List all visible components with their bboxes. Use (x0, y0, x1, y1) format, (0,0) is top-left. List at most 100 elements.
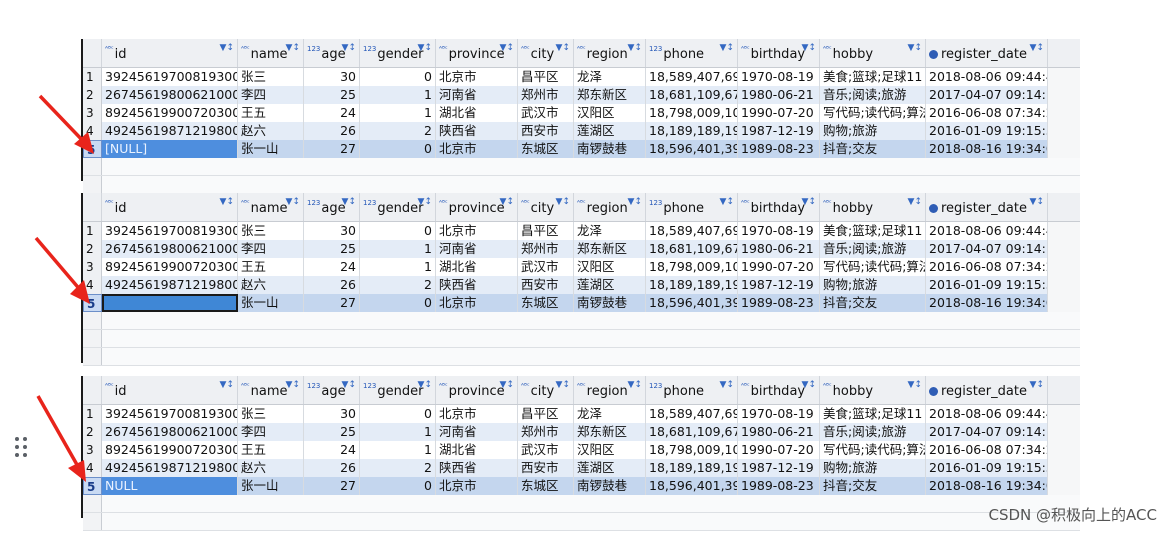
table-cell-name[interactable]: 张三 (238, 222, 304, 240)
table-cell-id[interactable]: 892456199007203000 (102, 104, 238, 122)
table-cell-phone[interactable]: 18,189,189,195 (646, 459, 738, 477)
table-cell-gender[interactable]: 1 (360, 86, 436, 104)
table-cell-region[interactable]: 汉阳区 (574, 104, 646, 122)
column-header-id[interactable]: ᴬᴮᶜid ▼↕ (102, 39, 238, 67)
table-cell-province[interactable]: 陕西省 (436, 459, 518, 477)
table-cell-phone[interactable]: 18,589,407,692 (646, 68, 738, 86)
column-header-hobby[interactable]: ᴬᴮᶜhobby ▼↕ (820, 193, 926, 221)
column-header-city[interactable]: ᴬᴮᶜcity ▼↕ (518, 193, 574, 221)
column-filter-icon[interactable]: ▼↕ (556, 197, 570, 207)
column-filter-icon[interactable]: ▼↕ (628, 43, 642, 53)
table-cell-name[interactable]: 赵六 (238, 459, 304, 477)
table-cell-id[interactable]: 267456198006210000 (102, 240, 238, 258)
column-header-gender[interactable]: 123gender ▼↕ (360, 193, 436, 221)
table-cell-province[interactable]: 陕西省 (436, 276, 518, 294)
table-row[interactable]: 5张一山270北京市东城区南锣鼓巷18,596,401,3921989-08-2… (83, 294, 1080, 312)
column-filter-icon[interactable]: ▼↕ (500, 43, 514, 53)
table-cell-id[interactable]: 892456199007203000 (102, 258, 238, 276)
column-header-birthday[interactable]: ᴬᴮᶜbirthday ▼↕ (738, 39, 820, 67)
table-cell-register-date[interactable]: 2018-08-16 19:34:00 (926, 294, 1048, 312)
table-cell-age[interactable]: 30 (304, 405, 360, 423)
table-cell-hobby[interactable]: 美食;篮球;足球11 (820, 68, 926, 86)
column-header-name[interactable]: ᴬᴮᶜname ▼↕ (238, 39, 304, 67)
table-cell-province[interactable]: 河南省 (436, 423, 518, 441)
table-cell-age[interactable]: 25 (304, 86, 360, 104)
table-cell-name[interactable]: 张一山 (238, 140, 304, 158)
table-cell-region[interactable]: 龙泽 (574, 222, 646, 240)
table-cell-gender[interactable]: 2 (360, 459, 436, 477)
table-cell-hobby[interactable]: 写代码;读代码;算法 (820, 258, 926, 276)
column-header-gender[interactable]: 123gender ▼↕ (360, 39, 436, 67)
table-cell-phone[interactable]: 18,681,109,672 (646, 86, 738, 104)
table-cell-phone[interactable]: 18,189,189,195 (646, 276, 738, 294)
column-filter-icon[interactable]: ▼↕ (418, 43, 432, 53)
table-cell-age[interactable]: 24 (304, 104, 360, 122)
table-cell-name[interactable]: 赵六 (238, 276, 304, 294)
table-cell-city[interactable]: 东城区 (518, 140, 574, 158)
table-cell-region[interactable]: 莲湖区 (574, 276, 646, 294)
table-cell-birthday[interactable]: 1980-06-21 (738, 86, 820, 104)
table-cell-region[interactable]: 郑东新区 (574, 423, 646, 441)
table-cell-age[interactable]: 26 (304, 459, 360, 477)
column-header-register-date[interactable]: register_date ▼↕ (926, 376, 1048, 404)
column-filter-icon[interactable]: ▼↕ (908, 197, 922, 207)
table-cell-city[interactable]: 郑州市 (518, 423, 574, 441)
column-filter-icon[interactable]: ▼↕ (720, 197, 734, 207)
column-filter-icon[interactable]: ▼↕ (802, 197, 816, 207)
table-cell-province[interactable]: 河南省 (436, 240, 518, 258)
column-header-name[interactable]: ᴬᴮᶜname ▼↕ (238, 376, 304, 404)
table-cell-name[interactable]: 张三 (238, 405, 304, 423)
column-filter-icon[interactable]: ▼↕ (1030, 380, 1044, 390)
column-header-city[interactable]: ᴬᴮᶜcity ▼↕ (518, 376, 574, 404)
table-cell-city[interactable]: 昌平区 (518, 405, 574, 423)
table-row[interactable]: 3 892456199007203000 王五 24 1 湖北省 武汉市 汉阳区 18,798,… (83, 258, 1080, 276)
table-row[interactable]: 5[NULL]张一山270北京市东城区南锣鼓巷18,596,401,392198… (83, 140, 1080, 158)
table-cell-city[interactable]: 昌平区 (518, 222, 574, 240)
row-number[interactable]: 1 (83, 68, 102, 86)
column-header-name[interactable]: ᴬᴮᶜname ▼↕ (238, 193, 304, 221)
table-cell-register-date[interactable]: 2017-04-07 09:14:13 (926, 240, 1048, 258)
table-cell-gender[interactable]: 0 (360, 405, 436, 423)
table-cell-province[interactable]: 北京市 (436, 405, 518, 423)
table-cell-region[interactable]: 郑东新区 (574, 86, 646, 104)
table-cell-age[interactable]: 24 (304, 441, 360, 459)
table-cell-hobby[interactable]: 美食;篮球;足球11 (820, 222, 926, 240)
column-header-age[interactable]: 123age ▼↕ (304, 193, 360, 221)
table-cell-province[interactable]: 北京市 (436, 294, 518, 312)
table-cell-city[interactable]: 武汉市 (518, 104, 574, 122)
column-header-phone[interactable]: 123phone ▼↕ (646, 39, 738, 67)
table-cell-id[interactable]: 892456199007203000 (102, 441, 238, 459)
table-cell-region[interactable]: 郑东新区 (574, 240, 646, 258)
column-header-province[interactable]: ᴬᴮᶜprovince ▼↕ (436, 39, 518, 67)
column-filter-icon[interactable]: ▼↕ (220, 380, 234, 390)
table-cell-phone[interactable]: 18,596,401,392 (646, 477, 738, 495)
table-cell-register-date[interactable]: 2018-08-16 19:34:00 (926, 477, 1048, 495)
table-cell-hobby[interactable]: 音乐;阅读;旅游 (820, 423, 926, 441)
table-cell-id[interactable]: 392456197008193000 (102, 405, 238, 423)
table-cell-hobby[interactable]: 美食;篮球;足球11 (820, 405, 926, 423)
table-cell-hobby[interactable]: 音乐;阅读;旅游 (820, 86, 926, 104)
column-filter-icon[interactable]: ▼↕ (908, 43, 922, 53)
table-cell-register-date[interactable]: 2018-08-06 09:44:43 (926, 68, 1048, 86)
table-cell-gender[interactable]: 1 (360, 240, 436, 258)
column-header-region[interactable]: ᴬᴮᶜregion ▼↕ (574, 39, 646, 67)
table-cell-province[interactable]: 北京市 (436, 140, 518, 158)
table-cell-hobby[interactable]: 购物;旅游 (820, 276, 926, 294)
table-cell-province[interactable]: 陕西省 (436, 122, 518, 140)
column-header-birthday[interactable]: ᴬᴮᶜbirthday ▼↕ (738, 193, 820, 221)
table-cell-id[interactable]: 492456198712198000 (102, 459, 238, 477)
column-filter-icon[interactable]: ▼↕ (720, 380, 734, 390)
table-cell-name[interactable]: 张一山 (238, 477, 304, 495)
table-row[interactable]: 2 267456198006210000 李四 25 1 河南省 郑州市 郑东新区 18,681… (83, 423, 1080, 441)
table-cell-birthday[interactable]: 1989-08-23 (738, 477, 820, 495)
column-filter-icon[interactable]: ▼↕ (286, 380, 300, 390)
table-cell-age[interactable]: 27 (304, 294, 360, 312)
column-header-age[interactable]: 123age ▼↕ (304, 376, 360, 404)
table-cell-hobby[interactable]: 写代码;读代码;算法 (820, 104, 926, 122)
drag-handle-icon[interactable] (15, 437, 29, 457)
table-cell-name[interactable]: 张一山 (238, 294, 304, 312)
column-header-birthday[interactable]: ᴬᴮᶜbirthday ▼↕ (738, 376, 820, 404)
table-cell-age[interactable]: 30 (304, 222, 360, 240)
table-cell-hobby[interactable]: 购物;旅游 (820, 459, 926, 477)
table-cell-name[interactable]: 赵六 (238, 122, 304, 140)
